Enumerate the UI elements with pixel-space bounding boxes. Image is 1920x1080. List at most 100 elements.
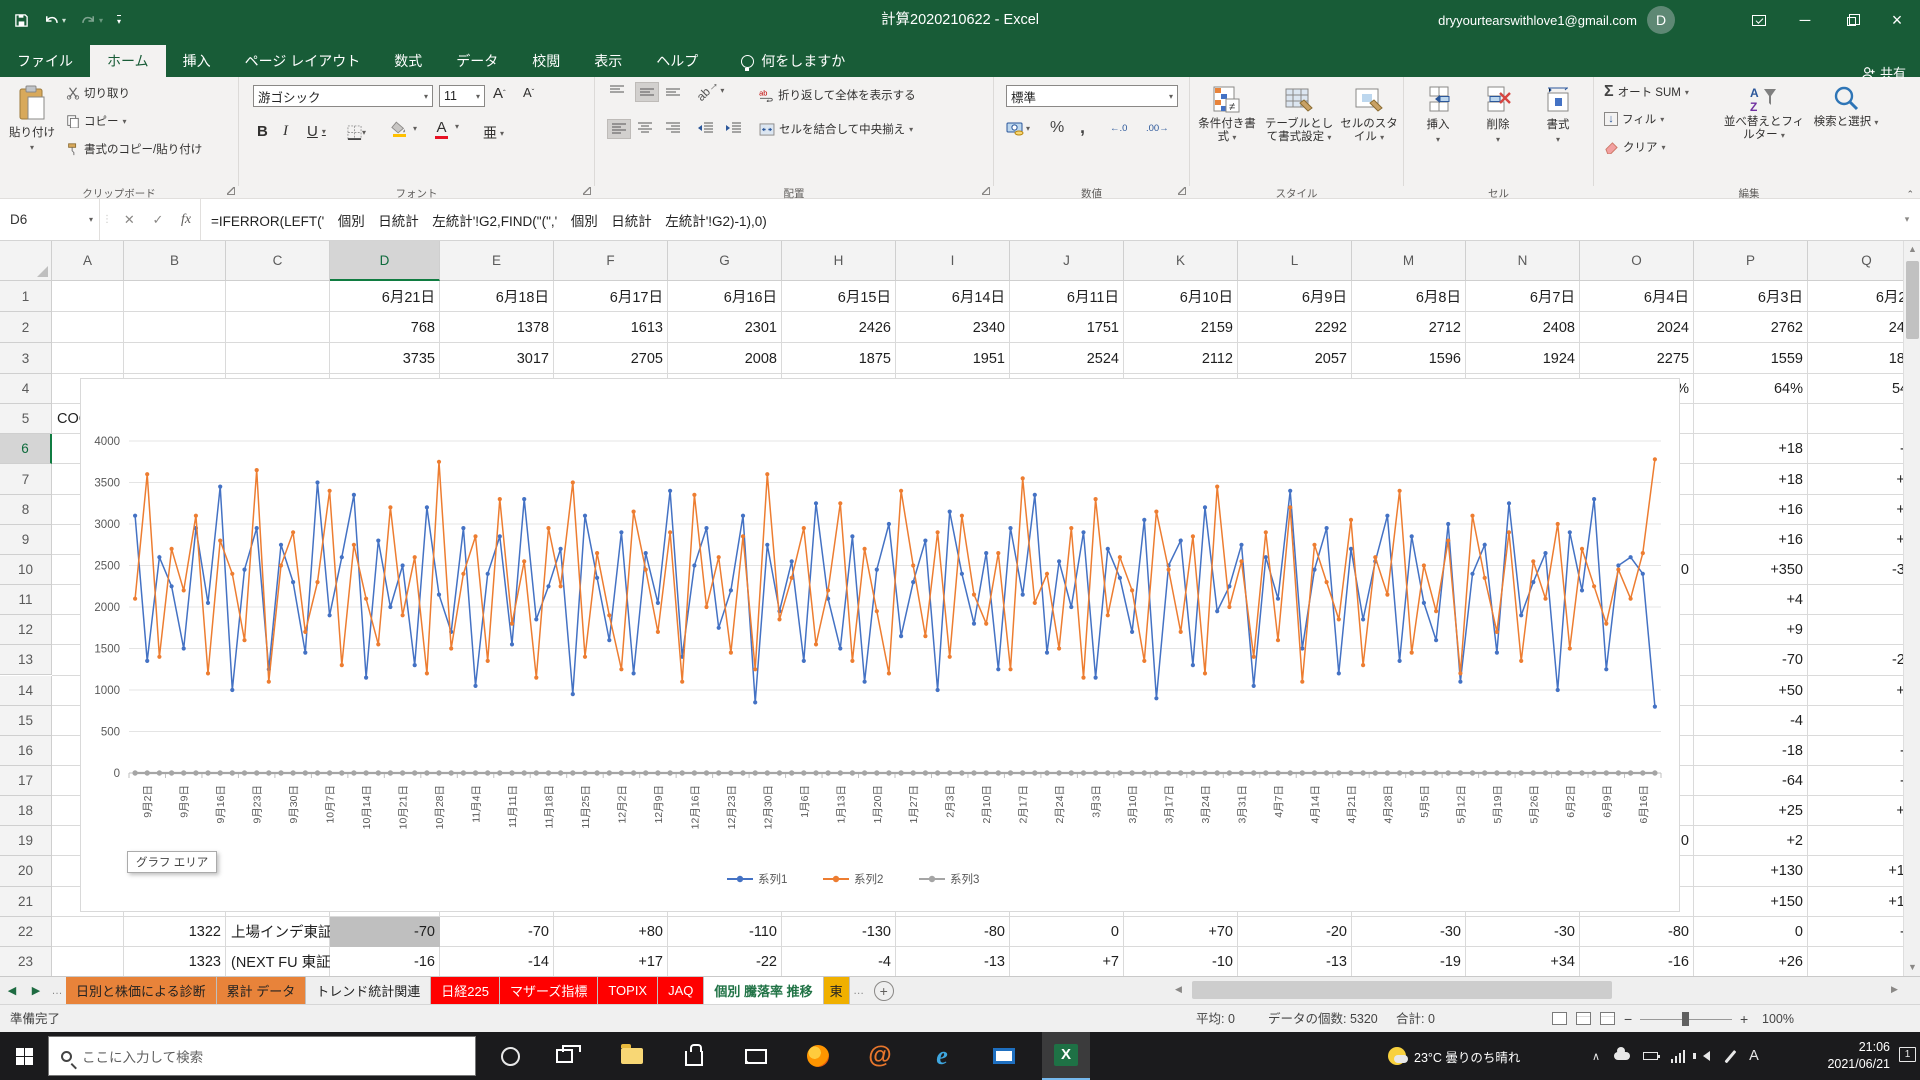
column-header-D[interactable]: D (330, 241, 440, 281)
tell-me-box[interactable]: 何をしますか (741, 45, 845, 77)
cell-J22[interactable]: 0 (1010, 917, 1124, 947)
cell-P13[interactable]: -70 (1694, 645, 1808, 675)
ribbon-tab-2[interactable]: 挿入 (166, 45, 228, 77)
cell-B23[interactable]: 1323 (124, 947, 226, 976)
column-header-N[interactable]: N (1466, 241, 1580, 281)
cell-P6[interactable]: +18 (1694, 434, 1808, 464)
number-format-select[interactable]: 標準▾ (1006, 85, 1178, 107)
cell-E23[interactable]: -14 (440, 947, 554, 976)
cell-P16[interactable]: -18 (1694, 736, 1808, 766)
column-header-J[interactable]: J (1010, 241, 1124, 281)
align-center-button[interactable] (637, 122, 653, 134)
cell-P1[interactable]: 6月3日 (1694, 281, 1808, 312)
cell-P18[interactable]: +25 (1694, 796, 1808, 826)
chart-object[interactable]: 050010001500200025003000350040009月2日9月9日… (80, 378, 1680, 912)
borders-button[interactable]: ▾ (347, 125, 366, 140)
cell-N22[interactable]: -30 (1466, 917, 1580, 947)
onedrive-cloud-icon[interactable] (1610, 1032, 1634, 1080)
sheet-tab-3[interactable]: 日経225 (431, 977, 500, 1004)
clear-button[interactable]: クリア▾ (1604, 139, 1666, 155)
tray-expand-icon[interactable]: ∧ (1586, 1032, 1606, 1080)
sheet-tab-2[interactable]: トレンド統計関連 (306, 977, 431, 1004)
cell-H23[interactable]: -4 (782, 947, 896, 976)
taskbar-firefox-icon[interactable] (794, 1032, 842, 1080)
bold-button[interactable]: B (257, 123, 268, 140)
new-sheet-button[interactable]: + (874, 981, 894, 1001)
battery-icon[interactable] (1638, 1032, 1662, 1080)
cell-P15[interactable]: -4 (1694, 706, 1808, 736)
font-name-select[interactable]: 游ゴシック▾ (253, 85, 433, 107)
row-header-14[interactable]: 14 (0, 676, 52, 706)
enter-formula-icon[interactable]: ✓ (152, 212, 163, 228)
cell-F1[interactable]: 6月17日 (554, 281, 668, 312)
cell-D22[interactable]: -70 (330, 917, 440, 947)
start-button[interactable] (0, 1032, 48, 1080)
cell-P9[interactable]: +16 (1694, 525, 1808, 555)
cell-J3[interactable]: 2524 (1010, 343, 1124, 374)
row-header-23[interactable]: 23 (0, 947, 52, 976)
minimize-button[interactable]: ─ (1782, 0, 1828, 40)
autosum-button[interactable]: Σ オート SUM▾ (1604, 83, 1689, 101)
cell-L22[interactable]: -20 (1238, 917, 1352, 947)
cell-I2[interactable]: 2340 (896, 312, 1010, 343)
taskbar-outlook-icon[interactable] (980, 1032, 1028, 1080)
scroll-up-icon[interactable]: ▲ (1904, 241, 1920, 258)
taskbar-search-input[interactable]: ここに入力して検索 (48, 1036, 476, 1076)
ribbon-tab-6[interactable]: 校閲 (515, 45, 577, 77)
network-icon[interactable] (1666, 1032, 1690, 1080)
row-header-1[interactable]: 1 (0, 281, 52, 312)
column-header-H[interactable]: H (782, 241, 896, 281)
cell-I22[interactable]: -80 (896, 917, 1010, 947)
cut-button[interactable]: 切り取り (66, 85, 130, 101)
alignment-dialog-launcher[interactable] (982, 187, 990, 195)
row-header-10[interactable]: 10 (0, 555, 52, 585)
cell-D1[interactable]: 6月21日 (330, 281, 440, 312)
row-header-6[interactable]: 6 (0, 434, 52, 464)
cell-O2[interactable]: 2024 (1580, 312, 1694, 343)
cell-P4[interactable]: 64% (1694, 374, 1808, 404)
row-header-7[interactable]: 7 (0, 464, 52, 494)
formula-input[interactable]: =IFERROR(LEFT(' 個別 日統計 左統計'!G2,FIND("(",… (201, 199, 1894, 240)
column-header-C[interactable]: C (226, 241, 330, 281)
column-header-M[interactable]: M (1352, 241, 1466, 281)
cell-P21[interactable]: +150 (1694, 887, 1808, 917)
insert-cells-button[interactable]: 挿入▾ (1412, 79, 1464, 144)
cell-I1[interactable]: 6月14日 (896, 281, 1010, 312)
row-header-11[interactable]: 11 (0, 585, 52, 615)
taskbar-at-mail-icon[interactable]: @ (856, 1032, 904, 1080)
cell-P14[interactable]: +50 (1694, 676, 1808, 706)
cell-P7[interactable]: +18 (1694, 464, 1808, 494)
cell-E2[interactable]: 1378 (440, 312, 554, 343)
cell-M2[interactable]: 2712 (1352, 312, 1466, 343)
sheet-tab-6[interactable]: JAQ (658, 977, 704, 1004)
percent-button[interactable]: % (1050, 119, 1064, 137)
expand-formula-bar-button[interactable]: ▾ (1894, 199, 1920, 240)
cell-I23[interactable]: -13 (896, 947, 1010, 976)
row-header-22[interactable]: 22 (0, 917, 52, 947)
cell-P3[interactable]: 1559 (1694, 343, 1808, 374)
column-header-I[interactable]: I (896, 241, 1010, 281)
ribbon-tab-0[interactable]: ファイル (0, 45, 90, 77)
row-header-8[interactable]: 8 (0, 495, 52, 525)
row-header-4[interactable]: 4 (0, 374, 52, 404)
sheet-nav-left-icon[interactable]: ◀ (0, 977, 24, 1004)
row-header-3[interactable]: 3 (0, 343, 52, 374)
cell-G23[interactable]: -22 (668, 947, 782, 976)
row-header-2[interactable]: 2 (0, 312, 52, 343)
ime-mode-button[interactable]: A (1742, 1032, 1766, 1080)
column-header-K[interactable]: K (1124, 241, 1238, 281)
cell-H1[interactable]: 6月15日 (782, 281, 896, 312)
format-as-table-button[interactable]: テーブルとして書式設定 ▾ (1262, 79, 1336, 144)
task-view-button[interactable] (540, 1032, 588, 1080)
cell-K1[interactable]: 6月10日 (1124, 281, 1238, 312)
increase-indent-button[interactable] (725, 122, 742, 134)
cell-O3[interactable]: 2275 (1580, 343, 1694, 374)
column-header-B[interactable]: B (124, 241, 226, 281)
cell-N1[interactable]: 6月7日 (1466, 281, 1580, 312)
cell-J1[interactable]: 6月11日 (1010, 281, 1124, 312)
cell-G22[interactable]: -110 (668, 917, 782, 947)
row-header-9[interactable]: 9 (0, 525, 52, 555)
increase-font-button[interactable]: Aˆ (493, 85, 506, 102)
zoom-level[interactable]: 100% (1762, 1005, 1794, 1033)
scroll-left-icon[interactable]: ◀ (1170, 981, 1187, 998)
